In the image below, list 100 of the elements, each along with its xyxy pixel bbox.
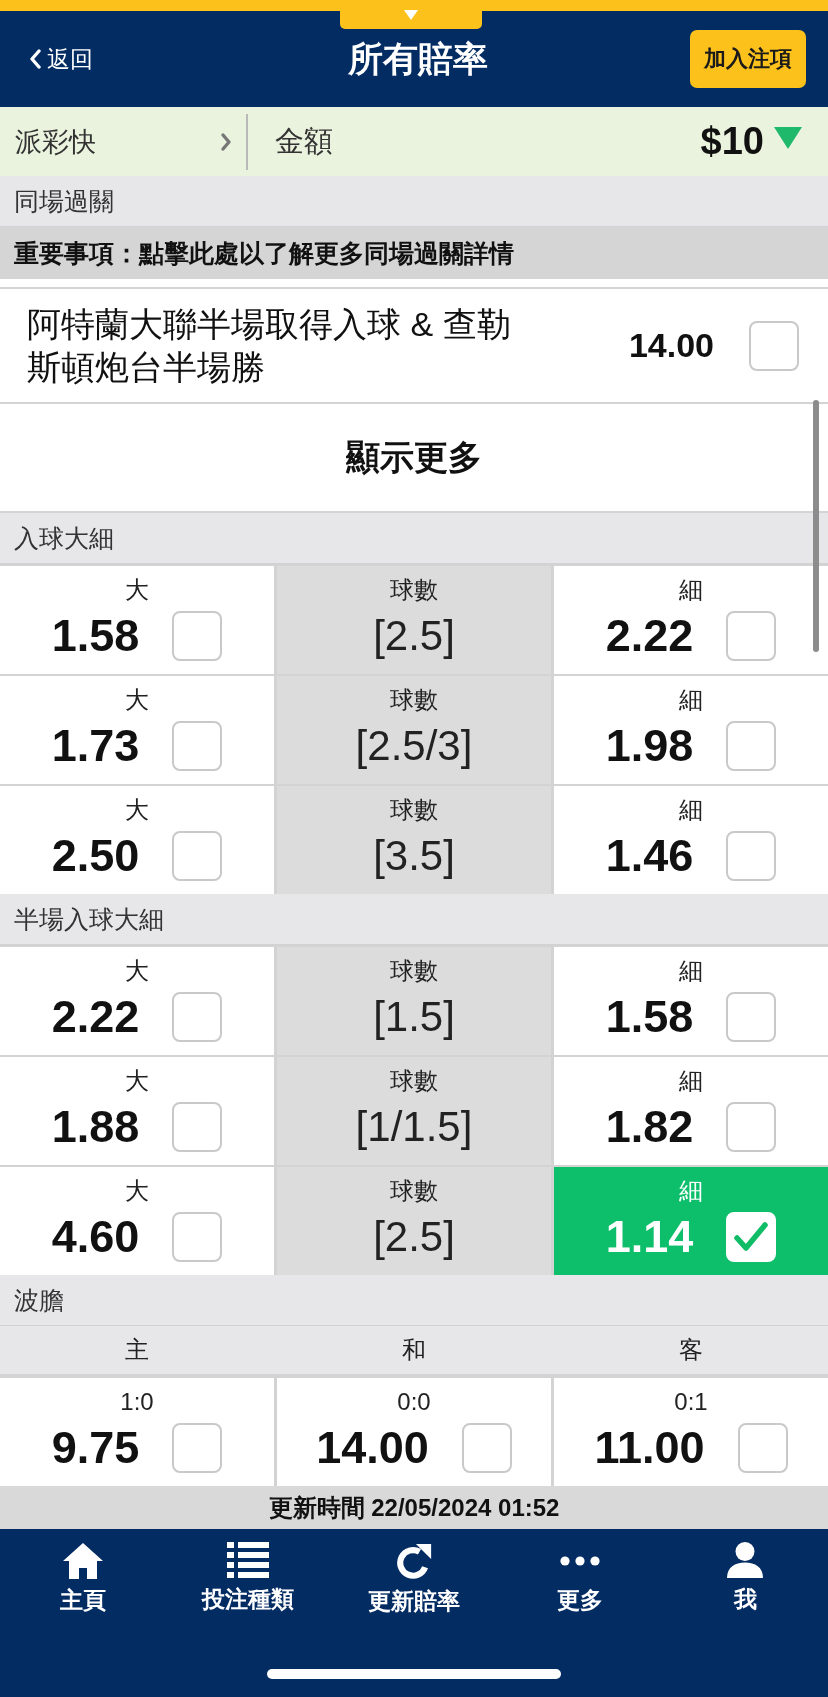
odds-value: 14.00 [316,1422,429,1474]
outcome-label: 細 [679,686,703,714]
outcome-label: 大 [125,1177,149,1205]
line-value: [1/1.5] [355,1102,473,1152]
outcome-label: 大 [125,957,149,985]
outcome-label: 0:1 [674,1388,708,1416]
line-value: [3.5] [373,831,455,881]
odds-value: 1.58 [51,610,140,662]
odds-cell[interactable]: 細 1.98 [554,676,828,784]
checkbox[interactable] [172,721,223,771]
line-label: 球數 [390,576,438,604]
column-header: 主 [125,1335,149,1365]
line-value: [2.5] [373,1212,455,1262]
amount-label: 金額 [275,123,333,159]
outcome-label: 細 [679,1177,703,1205]
outcome-label: 細 [679,796,703,824]
section-header: 半場入球大細 [0,894,828,945]
odds-cell[interactable]: 大 2.50 [0,786,274,894]
caret-icon [774,126,802,149]
odds-value: 9.75 [51,1422,140,1474]
line-label: 球數 [390,1067,438,1095]
odds-cell[interactable]: 細 2.22 [554,566,828,674]
outcome-label: 大 [125,686,149,714]
section-header: 同場過關 [0,176,828,227]
odds-cell[interactable]: 大 1.58 [0,566,274,674]
odds-cell[interactable]: 0:1 11.00 [554,1378,828,1486]
checkbox[interactable] [737,1423,788,1473]
line-value: [2.5/3] [355,721,473,771]
odds-cell[interactable]: 大 1.73 [0,676,274,784]
line-label: 球數 [390,686,438,714]
user-icon [727,1542,764,1578]
checkbox[interactable] [172,992,223,1042]
line-label: 球數 [390,796,438,824]
odds-cell[interactable]: 0:0 14.00 [277,1378,551,1486]
outcome-label: 細 [679,1067,703,1095]
odds-value: 1.14 [605,1211,694,1263]
selection-name: 阿特蘭大聯半場取得入球 & 查勒斯頓炮台半場勝 [27,303,512,388]
back-button[interactable]: 返回 [29,43,93,75]
nav-tab[interactable]: 更多 [556,1542,603,1615]
update-time-bar: 更新時間 22/05/2024 01:52 [0,1486,828,1529]
column-header: 客 [679,1335,703,1365]
outcome-label: 大 [125,796,149,824]
line-label: 球數 [390,957,438,985]
chevron-icon [220,131,232,152]
odds-value: 2.22 [605,610,694,662]
column-header: 和 [402,1335,426,1365]
section-header: 入球大細 [0,513,828,564]
nav-tab[interactable]: 投注種類 [202,1542,295,1615]
outcome-label: 1:0 [120,1388,154,1416]
odds-value: 11.00 [594,1422,705,1474]
odds-value: 1.82 [605,1101,694,1153]
outcome-label: 0:0 [397,1388,431,1416]
more-icon [559,1556,600,1566]
checkbox[interactable] [726,831,777,881]
odds-value: 1.88 [51,1101,140,1153]
check-icon [734,1222,769,1252]
outcome-label: 細 [679,957,703,985]
quick-payout-button[interactable]: 派彩快 [0,113,246,170]
checkbox[interactable] [172,1423,223,1473]
checkbox[interactable] [726,1102,777,1152]
odds-value: 1.98 [605,720,694,772]
nav-tab[interactable]: 我 [727,1542,764,1615]
odds-cell[interactable]: 大 2.22 [0,947,274,1055]
add-selection-button[interactable]: 加入注項 [690,30,806,88]
caret-icon [404,10,418,20]
nav-tab[interactable]: 主頁 [59,1542,106,1615]
checkbox[interactable] [172,831,223,881]
list-icon [227,1542,270,1578]
odds-cell[interactable]: 細 1.58 [554,947,828,1055]
odds-value: 4.60 [51,1211,140,1263]
checkbox[interactable] [749,320,799,371]
outcome-label: 大 [125,1067,149,1095]
odds-cell[interactable]: 細 1.82 [554,1057,828,1165]
odds-value: 1.58 [605,991,694,1043]
checkbox[interactable] [172,1212,223,1262]
chevron-icon [29,49,41,69]
odds-cell[interactable]: 大 4.60 [0,1167,274,1275]
amount-dropdown[interactable]: $10 [700,120,802,163]
outcome-label: 細 [679,576,703,604]
checkbox[interactable] [172,611,223,661]
odds-value: 14.00 [628,326,714,365]
notice-banner[interactable]: 重要事項：點擊此處以了解更多同場過關詳情 [0,227,828,279]
odds-cell[interactable]: 1:0 9.75 [0,1378,274,1486]
nav-tab[interactable]: 更新賠率 [368,1542,460,1615]
checkbox[interactable] [726,611,777,661]
page-title: 所有賠率 [347,37,488,80]
section-header: 波膽 [0,1275,828,1326]
checkbox[interactable] [172,1102,223,1152]
checkbox[interactable] [726,992,777,1042]
odds-cell[interactable]: 細 1.46 [554,786,828,894]
odds-value: 1.73 [51,720,140,772]
checkbox[interactable] [461,1423,512,1473]
odds-value: 2.50 [51,830,140,882]
odds-value: 1.46 [605,830,694,882]
home-icon [61,1542,104,1579]
refresh-icon [395,1542,433,1580]
checkbox[interactable] [726,721,777,771]
odds-value: 2.22 [51,991,140,1043]
odds-cell[interactable]: 大 1.88 [0,1057,274,1165]
line-value: [2.5] [373,611,455,661]
